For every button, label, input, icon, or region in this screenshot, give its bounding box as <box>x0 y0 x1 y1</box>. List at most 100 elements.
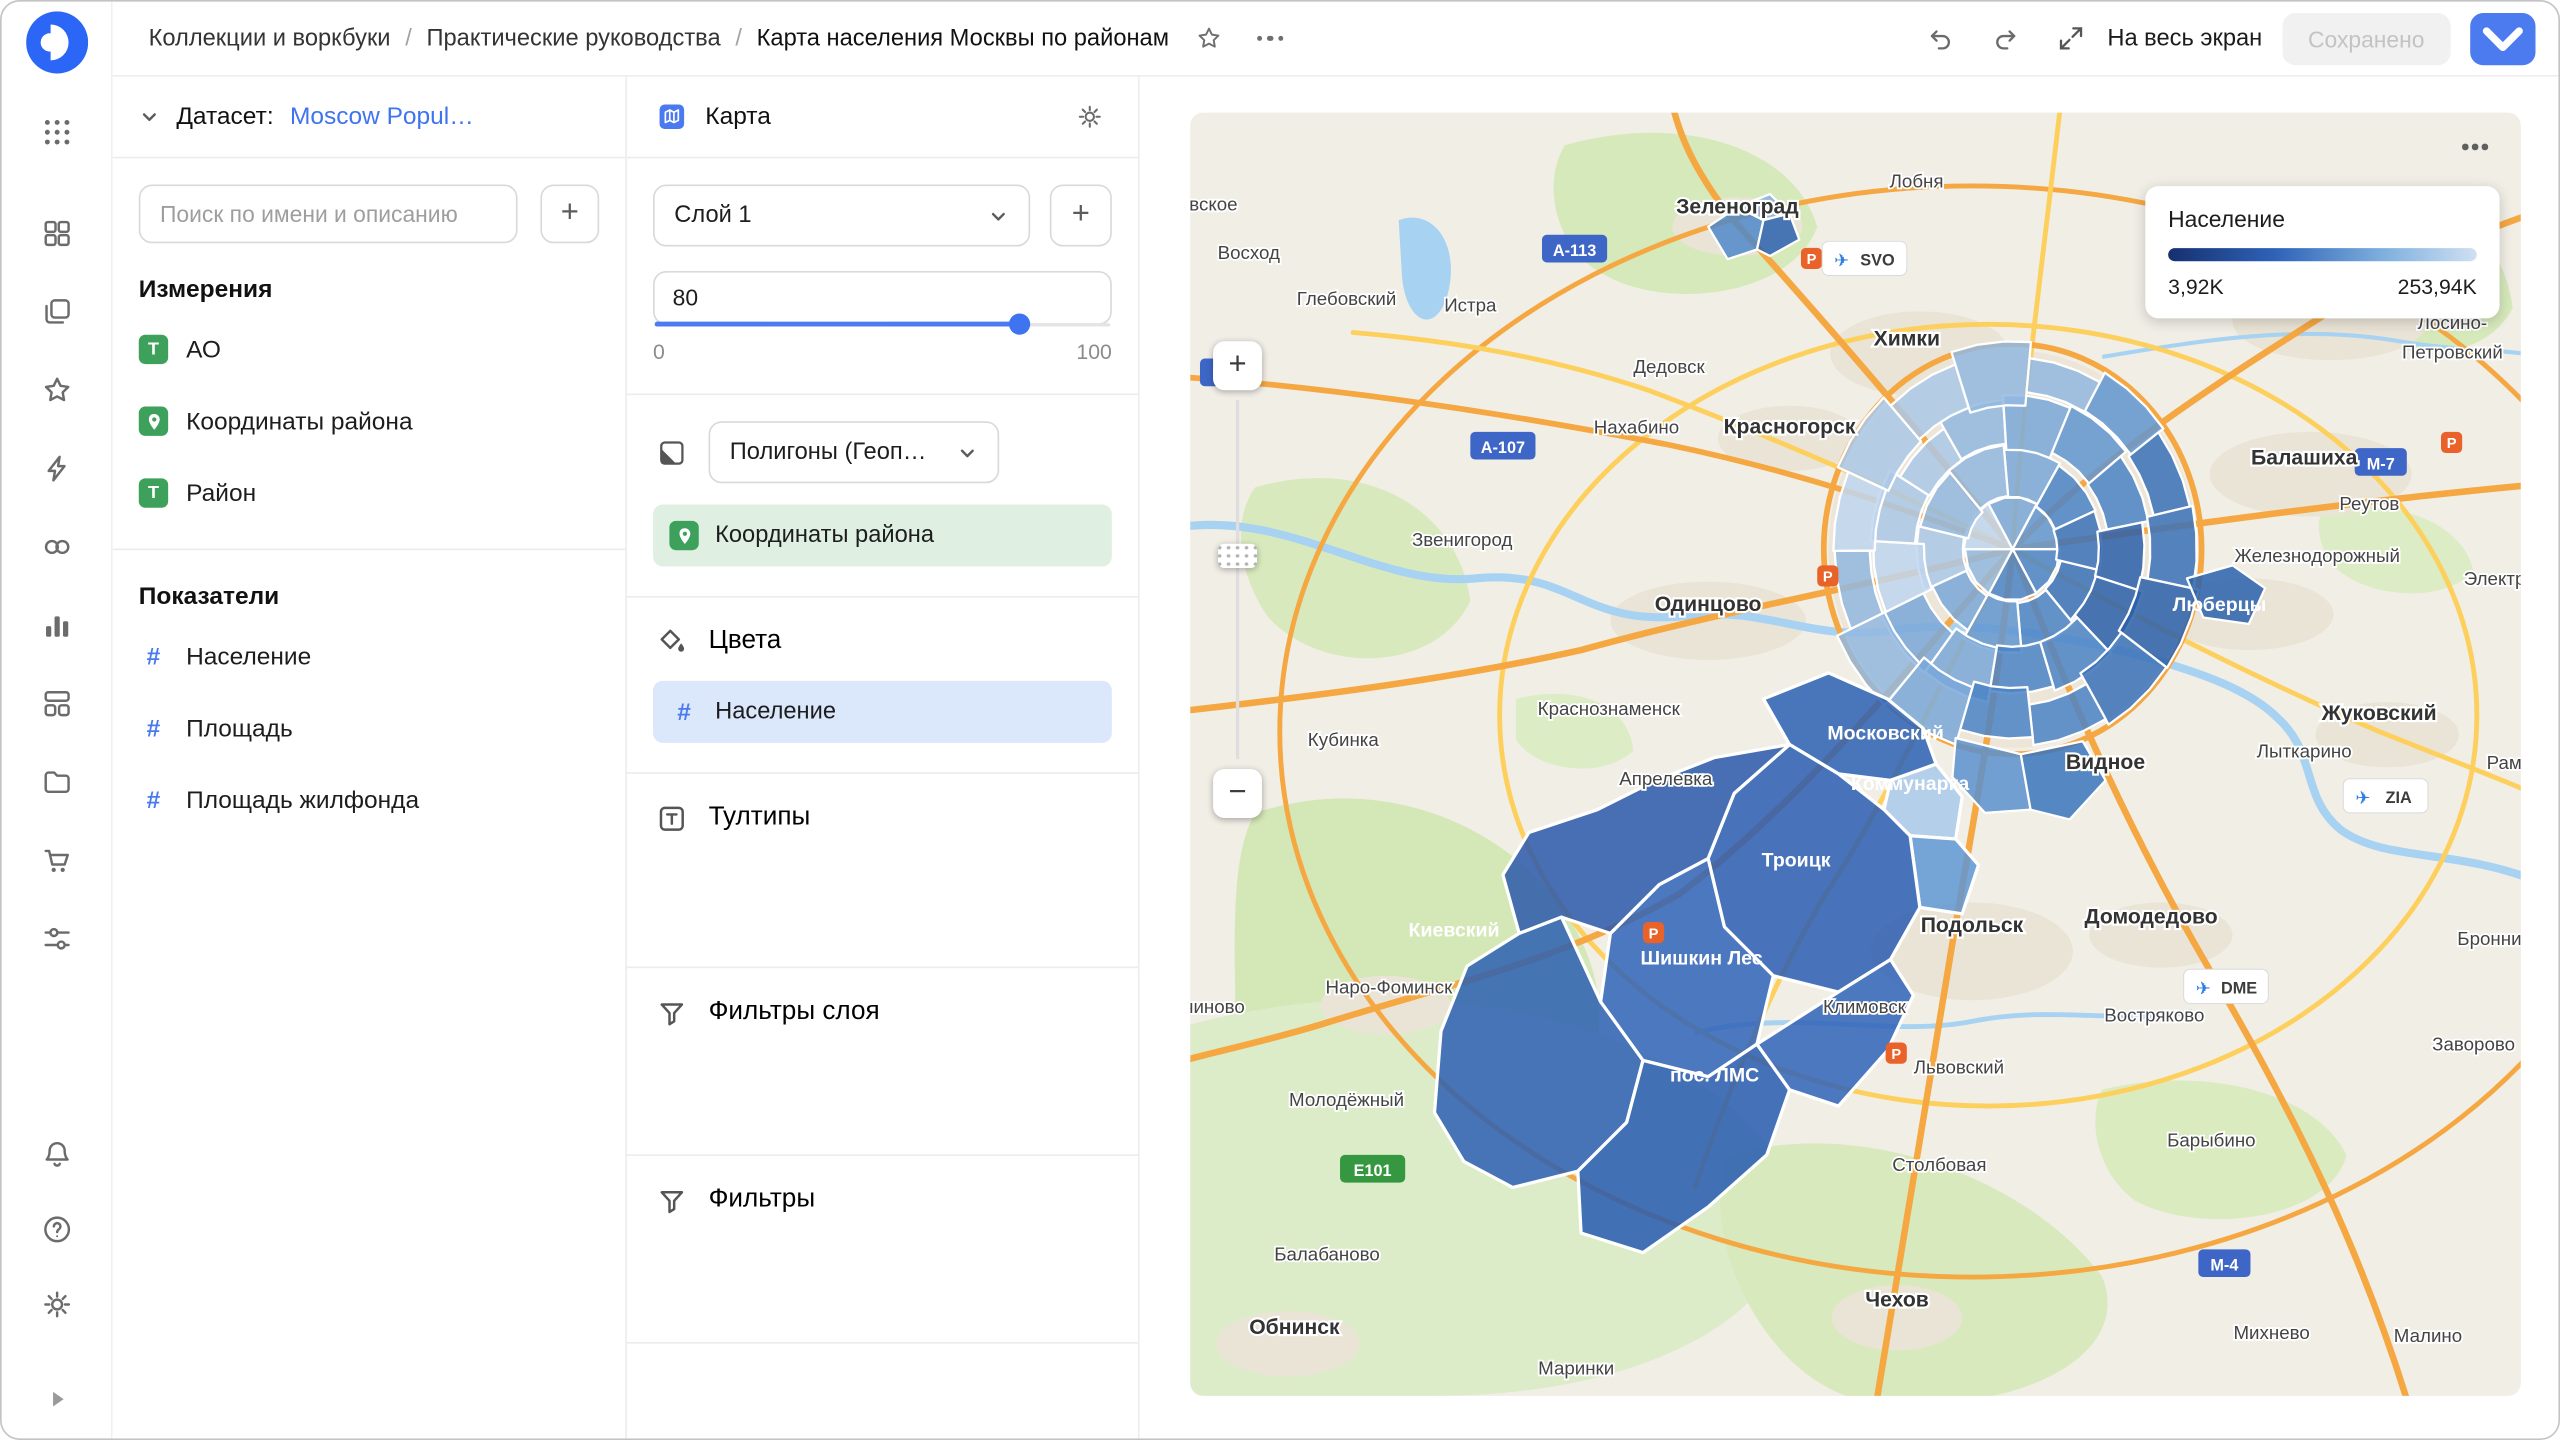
dimension-item[interactable]: T Координаты района <box>113 385 626 457</box>
map-label: Химки <box>1874 328 1940 351</box>
svg-text:✈: ✈ <box>1834 251 1849 271</box>
services-sliders-icon[interactable] <box>27 909 86 968</box>
field-type-icon: T <box>139 335 168 364</box>
filters-section-label: Фильтры <box>709 1185 816 1214</box>
map-label: Малино <box>2394 1325 2462 1346</box>
workbooks-icon[interactable] <box>27 282 86 341</box>
map-canvas[interactable]: М-9А-113А-107М-7М-4Е101РРРРР✈SVO✈DME✈ZIA… <box>1190 113 2521 1396</box>
datasets-icon[interactable] <box>27 753 86 812</box>
map-label: Столбовая <box>1892 1154 1986 1175</box>
railway-station-icon: Р <box>1801 248 1822 269</box>
add-field-button[interactable]: + <box>540 184 599 243</box>
favorites-star-icon[interactable] <box>27 361 86 420</box>
chart-settings-gear-icon[interactable] <box>1066 94 1112 140</box>
measure-item[interactable]: # Население <box>113 620 626 692</box>
opacity-value: 80 <box>673 284 698 310</box>
opacity-min-label: 0 <box>653 340 665 364</box>
map-label: Электросталь <box>2464 568 2521 589</box>
dimension-item[interactable]: T Район <box>113 457 626 529</box>
notifications-bell-icon[interactable] <box>27 1125 86 1184</box>
polygon-layer-icon <box>653 434 689 470</box>
save-dropdown-button[interactable] <box>2470 12 2535 64</box>
collections-icon[interactable] <box>27 204 86 263</box>
marketplace-cart-icon[interactable] <box>27 831 86 890</box>
map-label: Красногорск <box>1724 415 1856 438</box>
charts-icon[interactable] <box>27 596 86 655</box>
field-type-icon: T <box>139 478 168 507</box>
field-label: Площадь <box>186 714 293 742</box>
opacity-input[interactable]: 80 <box>653 271 1112 325</box>
map-label: Глебовский <box>1297 288 1397 309</box>
quick-actions-icon[interactable] <box>27 439 86 498</box>
dataset-collapse-chevron-icon[interactable] <box>139 106 160 127</box>
opacity-slider[interactable] <box>655 320 1111 327</box>
geometry-type-select[interactable]: Полигоны (Геоп… <box>709 421 1000 483</box>
svg-text:М-4: М-4 <box>2210 1257 2238 1275</box>
collapse-rail-icon[interactable] <box>27 1370 86 1429</box>
dashboards-icon[interactable] <box>27 674 86 733</box>
map-label: Люберцы <box>2173 594 2267 616</box>
airport-badge: ✈ZIA <box>2343 779 2428 813</box>
add-layer-button[interactable]: + <box>1050 184 1112 246</box>
geometry-field-chip[interactable]: Координаты района <box>653 504 1112 566</box>
measure-hash-icon: # <box>139 786 168 814</box>
settings-gear-icon[interactable] <box>27 1275 86 1334</box>
breadcrumb-collections[interactable]: Коллекции и воркбуки <box>149 25 391 51</box>
opacity-slider-handle[interactable] <box>1008 313 1029 334</box>
zoom-slider-handle[interactable] <box>1218 544 1257 568</box>
map-label: Лыткарино <box>2257 741 2352 762</box>
undo-icon[interactable] <box>1918 16 1964 62</box>
measures-list: # Население # Площадь # Площадь жилфонда <box>113 620 626 836</box>
map-label: Дедовск <box>1633 356 1705 377</box>
field-search-input[interactable] <box>139 184 518 243</box>
favorite-star-icon[interactable] <box>1185 16 1231 62</box>
measure-item[interactable]: # Площадь <box>113 692 626 764</box>
district-polygon[interactable] <box>2147 506 2197 589</box>
zoom-in-button[interactable]: + <box>1213 341 1262 390</box>
dataset-name-link[interactable]: Moscow Popul… <box>290 103 474 131</box>
map-label: Видное <box>2066 751 2145 774</box>
layer-filters-section: Фильтры слоя <box>627 967 1138 1155</box>
colors-section: Цвета # Население <box>627 596 1138 772</box>
connections-icon[interactable] <box>27 518 86 577</box>
field-label: АО <box>186 336 221 364</box>
map-label: Востряково <box>2104 1004 2204 1025</box>
map-label: Зеленоград <box>1676 196 1799 219</box>
legend-min-value: 3,92K <box>2168 274 2223 298</box>
help-icon[interactable] <box>27 1200 86 1259</box>
layer-select[interactable]: Слой 1 <box>653 184 1030 246</box>
layer-filter-funnel-icon <box>653 994 689 1030</box>
saved-button[interactable]: Сохранено <box>2282 12 2451 64</box>
map-label: Бронницы <box>2457 928 2521 949</box>
datalens-logo[interactable] <box>25 11 87 73</box>
map-label: Раменское <box>2487 752 2521 773</box>
measure-item[interactable]: # Площадь жилфонда <box>113 764 626 836</box>
geopoint-field-icon <box>669 521 698 550</box>
breadcrumb-guides[interactable]: Практические руководства <box>427 25 721 51</box>
redo-icon[interactable] <box>1983 16 2029 62</box>
map-label: Львовский <box>1914 1056 2004 1077</box>
colors-field-chip[interactable]: # Население <box>653 681 1112 743</box>
airport-badge: ✈DME <box>2184 969 2269 1003</box>
map-legend: Население 3,92K 253,94K <box>2145 186 2499 318</box>
map-label: Петровский <box>2402 342 2503 363</box>
road-shield: А-113 <box>1542 235 1607 263</box>
config-panel-spacer <box>627 1342 1138 1438</box>
dimension-item[interactable]: T АО <box>113 313 626 385</box>
fullscreen-label[interactable]: На весь экран <box>2107 25 2262 51</box>
map-panel: М-9А-113А-107М-7М-4Е101РРРРР✈SVO✈DME✈ZIA… <box>1140 77 2559 1439</box>
fullscreen-icon[interactable] <box>2049 16 2095 62</box>
railway-station-icon: Р <box>1886 1043 1907 1064</box>
map-label: Звенигород <box>1412 529 1512 550</box>
map-label: Обнинск <box>1249 1316 1340 1339</box>
map-label: Реутов <box>2339 493 2399 514</box>
map-label: Покровское <box>1190 193 1237 214</box>
more-options-icon[interactable] <box>1247 16 1293 62</box>
geometry-field-label: Координаты района <box>715 522 934 548</box>
svg-text:Р: Р <box>1807 252 1817 268</box>
zoom-rail <box>1236 400 1239 759</box>
map-label: Восход <box>1218 242 1280 263</box>
zoom-out-button[interactable]: − <box>1213 769 1262 818</box>
apps-grid-icon[interactable] <box>27 103 86 162</box>
map-more-options-icon[interactable] <box>2458 129 2488 158</box>
